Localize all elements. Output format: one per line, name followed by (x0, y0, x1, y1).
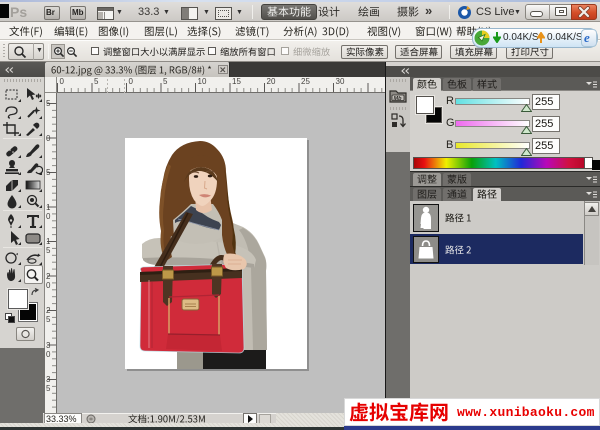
svg-text:Mb: Mb (394, 96, 403, 102)
